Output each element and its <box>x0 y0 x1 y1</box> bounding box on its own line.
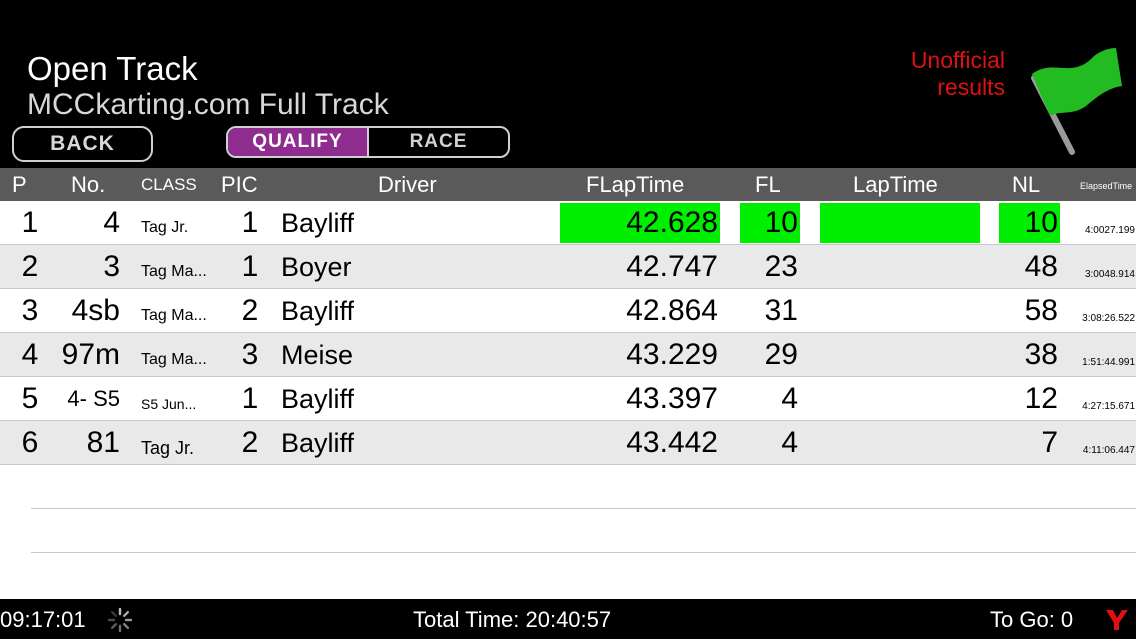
col-driver[interactable]: Driver <box>378 168 437 201</box>
driver-name: Bayliff <box>281 296 355 326</box>
tab-race[interactable]: RACE <box>369 128 508 156</box>
position: 4 <box>21 338 39 371</box>
number-of-laps: 7 <box>1041 426 1058 459</box>
fast-lap-time: 42.747 <box>626 250 718 283</box>
class: Tag Ma... <box>141 307 207 324</box>
driver-name: Bayliff <box>281 208 355 238</box>
position-in-class: 1 <box>241 206 259 239</box>
y-logo-icon[interactable] <box>1104 608 1130 632</box>
fast-lap-time: 42.628 <box>560 203 720 243</box>
number-of-laps: 12 <box>1024 382 1058 415</box>
position-in-class: 2 <box>241 426 259 459</box>
status-bar: 09:17:01 Total Time: 20:40:57 To Go: 0 <box>0 599 1136 639</box>
kart-number: 4sb <box>71 294 120 327</box>
fast-lap-time: 43.229 <box>626 338 718 371</box>
elapsed-time: 3:08:26.522 <box>1082 313 1135 324</box>
col-fast-lap[interactable]: FL <box>755 168 781 201</box>
clock: 09:17:01 <box>0 607 86 632</box>
unofficial-results-notice: Unofficial results <box>880 47 1005 101</box>
table-row[interactable]: 1 4 Tag Jr. 1 Bayliff 42.628 10 10 4:002… <box>0 201 1136 245</box>
col-pic[interactable]: PIC <box>221 168 258 201</box>
lap-time <box>820 203 980 243</box>
page-title: Open Track <box>27 50 198 87</box>
results-table-header: P No. CLASS PIC Driver FLapTime FL LapTi… <box>0 168 1136 201</box>
elapsed-time: 4:0027.199 <box>1084 225 1135 236</box>
driver-name: Boyer <box>281 252 352 282</box>
col-position[interactable]: P <box>12 168 27 201</box>
fast-lap: 10 <box>740 203 800 243</box>
kart-number: 97m <box>61 338 120 371</box>
fast-lap-time: 43.442 <box>626 426 718 459</box>
class: Tag Ma... <box>141 263 207 280</box>
position-in-class: 1 <box>241 250 259 283</box>
position: 5 <box>21 382 39 415</box>
class: Tag Ma... <box>141 351 207 368</box>
col-class[interactable]: CLASS <box>141 168 197 201</box>
position: 3 <box>21 294 39 327</box>
class: Tag Jr. <box>141 438 195 458</box>
elapsed-time: 4:11:06.447 <box>1082 445 1135 456</box>
notice-line-1: Unofficial <box>910 47 1005 73</box>
back-button[interactable]: BACK <box>12 126 153 162</box>
col-number-of-laps[interactable]: NL <box>1012 168 1040 201</box>
elapsed-time: 4:27:15.671 <box>1082 401 1135 412</box>
class: Tag Jr. <box>141 219 189 236</box>
notice-line-2: results <box>937 74 1005 100</box>
lap-time <box>820 421 980 465</box>
col-lap-time[interactable]: LapTime <box>853 168 938 201</box>
kart-number: 3 <box>103 250 120 283</box>
fast-lap-time: 43.397 <box>626 382 718 415</box>
fast-lap: 31 <box>764 294 798 327</box>
empty-row-divider <box>31 508 1136 509</box>
driver-name: Bayliff <box>281 384 355 414</box>
total-time: Total Time: 20:40:57 <box>413 607 612 632</box>
driver-name: Meise <box>281 340 354 370</box>
lap-time <box>820 245 980 289</box>
position-in-class: 3 <box>241 338 259 371</box>
col-fast-lap-time[interactable]: FLapTime <box>586 168 684 201</box>
elapsed-time: 3:0048.914 <box>1084 269 1135 280</box>
results-table: 1 4 Tag Jr. 1 Bayliff 42.628 10 10 4:002… <box>0 201 1136 599</box>
fast-lap: 29 <box>764 338 798 371</box>
kart-number: 4- S5 <box>67 386 120 411</box>
lap-time <box>820 377 980 421</box>
session-type-selector: QUALIFY RACE <box>226 126 510 158</box>
header: Open Track MCCkarting.com Full Track BAC… <box>0 0 1136 168</box>
loading-spinner-icon <box>107 607 133 633</box>
elapsed-time: 1:51:44.991 <box>1082 357 1135 368</box>
table-row[interactable]: 6 81 Tag Jr. 2 Bayliff 43.442 4 7 4:11:0… <box>0 421 1136 465</box>
col-number[interactable]: No. <box>71 168 105 201</box>
col-elapsed-time[interactable]: ElapsedTime <box>1080 170 1132 203</box>
number-of-laps: 10 <box>999 203 1060 243</box>
table-row[interactable]: 5 4- S5 S5 Jun... 1 Bayliff 43.397 4 12 … <box>0 377 1136 421</box>
fast-lap: 23 <box>764 250 798 283</box>
class: S5 Jun... <box>141 396 197 412</box>
green-flag-icon <box>1031 48 1122 155</box>
tab-qualify[interactable]: QUALIFY <box>228 128 369 156</box>
table-row[interactable]: 3 4sb Tag Ma... 2 Bayliff 42.864 31 58 3… <box>0 289 1136 333</box>
position: 6 <box>21 426 39 459</box>
table-row[interactable]: 2 3 Tag Ma... 1 Boyer 42.747 23 48 3:004… <box>0 245 1136 289</box>
kart-number: 4 <box>103 206 120 239</box>
fast-lap: 4 <box>781 426 798 459</box>
fast-lap-time: 42.864 <box>626 294 718 327</box>
empty-row-divider <box>31 552 1136 553</box>
lap-time <box>820 289 980 333</box>
position: 2 <box>21 250 39 283</box>
laps-to-go: To Go: 0 <box>990 607 1074 632</box>
kart-number: 81 <box>86 426 120 459</box>
table-row[interactable]: 4 97m Tag Ma... 3 Meise 43.229 29 38 1:5… <box>0 333 1136 377</box>
position-in-class: 2 <box>241 294 259 327</box>
position-in-class: 1 <box>241 382 259 415</box>
driver-name: Bayliff <box>281 428 355 458</box>
row-divider <box>0 464 1136 465</box>
fast-lap: 4 <box>781 382 798 415</box>
lap-time <box>820 333 980 377</box>
position: 1 <box>21 206 39 239</box>
number-of-laps: 38 <box>1024 338 1058 371</box>
track-name: MCCkarting.com Full Track <box>27 88 389 121</box>
number-of-laps: 48 <box>1024 250 1058 283</box>
number-of-laps: 58 <box>1024 294 1058 327</box>
